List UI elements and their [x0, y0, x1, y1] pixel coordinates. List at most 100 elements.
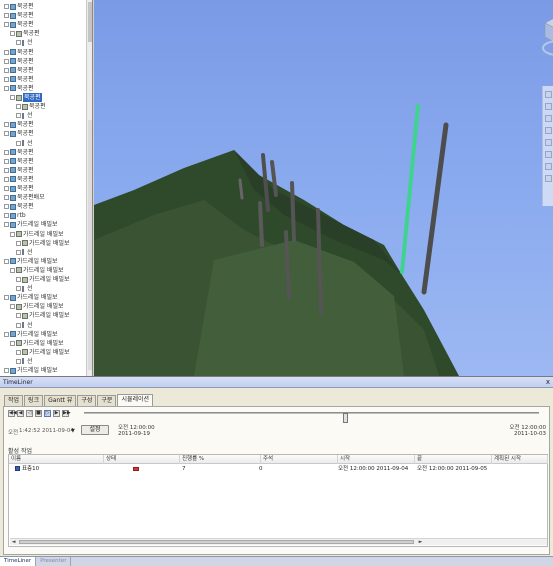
selection-tree[interactable]: 북공편 북공편 북공편 북공편 선 북공편 북공편 북공편 북공편 북공편 북공편 북공편 선 북공편 북공… [0, 0, 93, 376]
timeline-slider-thumb[interactable] [343, 413, 348, 423]
tree-item[interactable]: 가드레일 배밀보 [16, 239, 70, 248]
tree-item[interactable]: 북공편 [4, 148, 34, 157]
tree-expander-icon[interactable] [4, 195, 9, 201]
column-header-progress[interactable]: 진행률 % [180, 455, 261, 464]
close-icon[interactable]: x [546, 378, 550, 386]
tree-item[interactable]: 선 [16, 139, 33, 148]
tree-expander-icon[interactable] [4, 158, 9, 164]
tree-item[interactable]: 가드레일 배밀보 [16, 311, 70, 320]
tree-expander-icon[interactable] [4, 4, 9, 9]
tree-expander-icon[interactable] [4, 258, 9, 264]
tab-4[interactable]: 구분 [97, 395, 117, 406]
tree-expander-icon[interactable] [16, 322, 21, 328]
tree-item[interactable]: 선 [16, 38, 33, 47]
tree-expander-icon[interactable] [10, 340, 15, 346]
tree-expander-icon[interactable] [10, 231, 15, 237]
tree-item[interactable]: 북공편 [16, 102, 46, 111]
navigation-bar[interactable] [542, 86, 553, 206]
tree-item[interactable]: 가드레일 배밀보 [4, 366, 58, 375]
step-back-icon[interactable]: ◀ [17, 410, 24, 417]
tree-item[interactable]: 선 [16, 357, 33, 366]
tree-expander-icon[interactable] [4, 85, 9, 91]
tree-item[interactable]: 선 [16, 248, 33, 257]
tree-item[interactable]: 북공편 [4, 48, 34, 57]
play-icon[interactable]: ▷ [44, 410, 51, 417]
tree-item[interactable]: 가드레일 배밀보 [16, 348, 70, 357]
tab-5[interactable]: 시뮬레이션 [117, 394, 154, 406]
tree-expander-icon[interactable] [4, 149, 9, 155]
walk-icon[interactable] [545, 139, 552, 146]
tree-expander-icon[interactable] [4, 122, 9, 128]
rewind-icon[interactable]: ◀◀ [8, 410, 17, 417]
tree-expander-icon[interactable] [10, 31, 15, 37]
tree-item[interactable]: 북공편배모 [4, 193, 45, 202]
scroll-right-icon[interactable]: ► [417, 539, 424, 545]
tree-expander-icon[interactable] [4, 186, 9, 191]
tree-item[interactable]: 북공편 [4, 129, 34, 138]
tree-expander-icon[interactable] [4, 49, 9, 55]
current-date-field[interactable]: 1:42:52 2011-09-04 [19, 428, 74, 434]
tree-expander-icon[interactable] [4, 368, 9, 373]
chevron-down-icon[interactable]: ▼ [71, 428, 75, 434]
tab-1[interactable]: 링크 [24, 395, 44, 406]
tab-3[interactable]: 구성 [77, 395, 97, 406]
tree-expander-icon[interactable] [16, 104, 21, 110]
tree-item[interactable]: 선 [16, 284, 33, 293]
grid-scrollbar-thumb[interactable] [19, 540, 414, 544]
tree-expander-icon[interactable] [16, 313, 21, 319]
tree-expander-icon[interactable] [10, 267, 15, 273]
column-header-name[interactable]: 이름 [9, 455, 104, 464]
tree-expander-icon[interactable] [10, 95, 15, 100]
tree-scrollbar-track[interactable] [88, 120, 92, 370]
tree-expander-icon[interactable] [16, 140, 21, 146]
tree-item[interactable]: 가드레일 배밀보 [10, 230, 64, 239]
tree-item[interactable]: 가드레일 배밀보 [10, 339, 64, 348]
column-header-end[interactable]: 끝 [415, 455, 492, 464]
tree-item[interactable]: 가드레일 배밀보 [4, 257, 58, 266]
tree-item[interactable]: 북공편 [4, 2, 34, 11]
tree-expander-icon[interactable] [4, 22, 9, 28]
tree-expander-icon[interactable] [4, 167, 9, 173]
tree-item[interactable]: 북공편 [4, 57, 34, 66]
dock-tab-0[interactable]: TimeLiner [0, 557, 37, 566]
tree-item[interactable]: rtb [4, 211, 26, 220]
tree-item[interactable]: 선 [16, 321, 33, 330]
tree-expander-icon[interactable] [4, 331, 9, 337]
zoom-icon[interactable] [545, 103, 552, 110]
tree-expander-icon[interactable] [4, 222, 9, 228]
tree-expander-icon[interactable] [16, 40, 21, 46]
column-header-start[interactable]: 시작 [338, 455, 415, 464]
tree-item[interactable]: 북공편 [4, 84, 34, 93]
3d-viewport[interactable] [94, 0, 553, 376]
tree-expander-icon[interactable] [4, 58, 9, 64]
tree-item[interactable]: 가드레일 배밀보 [16, 275, 70, 284]
fly-icon[interactable] [545, 151, 552, 158]
tree-item[interactable]: 북공편 [4, 175, 34, 184]
tree-item[interactable]: 북공편 [4, 202, 34, 211]
tree-item[interactable]: 북공편 [4, 184, 34, 193]
tree-expander-icon[interactable] [4, 131, 9, 137]
tab-0[interactable]: 작업 [4, 395, 24, 406]
tree-item[interactable]: 북공편 [10, 93, 42, 102]
step-forward-icon[interactable]: ▶ [53, 410, 60, 417]
tree-expander-icon[interactable] [4, 76, 9, 82]
tree-expander-icon[interactable] [16, 240, 21, 246]
tree-expander-icon[interactable] [16, 249, 21, 255]
tree-item[interactable]: 가드레일 배밀보 [4, 330, 58, 339]
tree-item[interactable]: 북공편 [4, 157, 34, 166]
tree-item[interactable]: 가드레일 배밀보 [4, 220, 58, 229]
more-icon[interactable] [545, 175, 552, 182]
pan-icon[interactable] [545, 91, 552, 98]
tree-expander-icon[interactable] [4, 176, 9, 182]
tree-item[interactable]: 북공편 [4, 75, 34, 84]
tree-item[interactable]: 북공편 [4, 166, 34, 175]
look-icon[interactable] [545, 127, 552, 134]
tab-2[interactable]: Gantt 뷰 [44, 395, 77, 406]
tree-item[interactable]: 가드레일 배밀보 [10, 266, 64, 275]
tree-item[interactable]: 북공편 [4, 66, 34, 75]
grid-horizontal-scrollbar[interactable]: ◄ ► [10, 538, 547, 545]
tree-expander-icon[interactable] [4, 13, 9, 19]
tree-item[interactable]: 북공편 [4, 20, 34, 29]
tree-expander-icon[interactable] [16, 286, 21, 292]
tree-item[interactable]: 가드레일 배밀보 [10, 302, 64, 311]
